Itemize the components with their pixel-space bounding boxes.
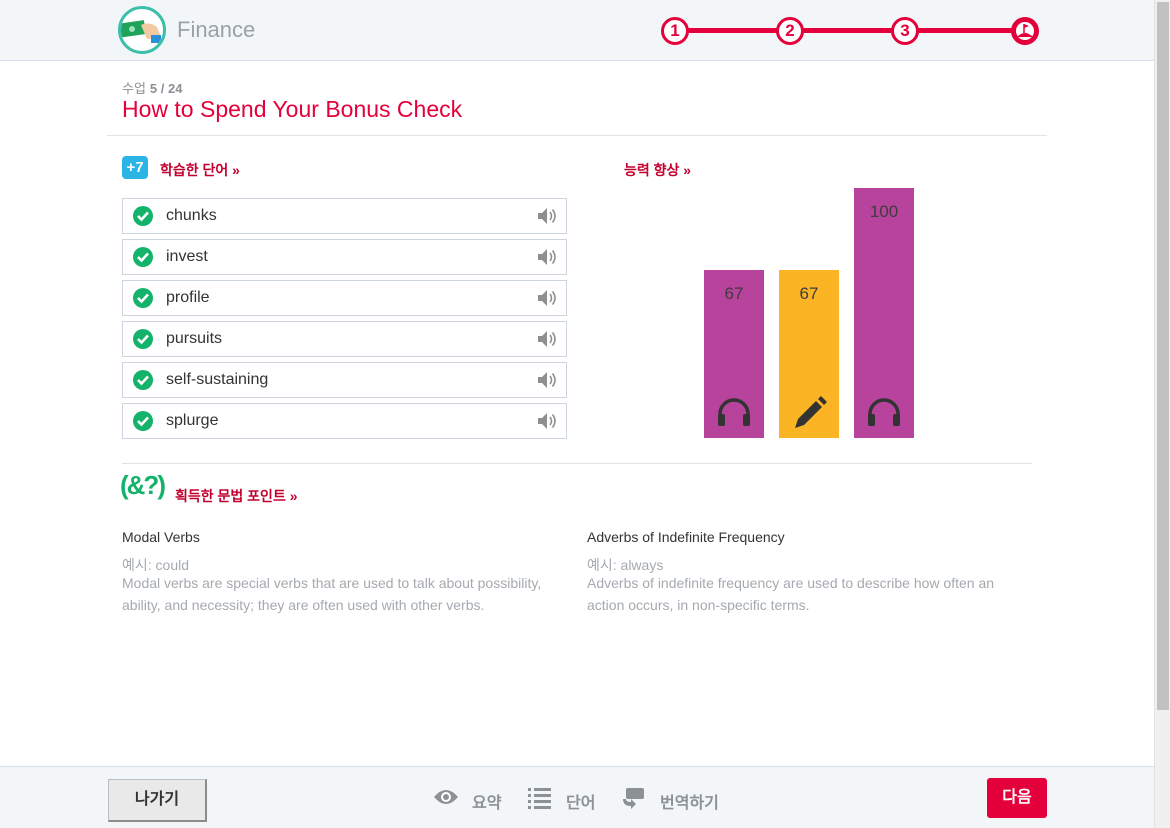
word-row: chunks [122, 198, 567, 234]
grammar-title: Modal Verbs [122, 529, 200, 545]
word-label: splurge [166, 412, 219, 429]
word-row: invest [122, 239, 567, 275]
step-3: 3 [891, 17, 919, 45]
skills-bar-chart: 67 67 100 [600, 180, 1000, 440]
scroll-thumb[interactable] [1157, 2, 1169, 710]
check-icon [133, 288, 153, 308]
course-title: Finance [177, 17, 256, 42]
speaker-icon[interactable] [536, 246, 558, 268]
grammar-description: Modal verbs are special verbs that are u… [122, 575, 542, 613]
translate-icon [621, 785, 647, 811]
top-header: Finance 1 2 3 [0, 0, 1154, 61]
check-icon [133, 247, 153, 267]
lesson-progress: 5 / 24 [149, 81, 183, 96]
skills-improved-link[interactable]: 능력 향상 » [624, 160, 691, 180]
bar-value-label: 67 [799, 284, 819, 303]
bottom-toolbar: 나가기 요약 단어 번역하기 다음 [0, 766, 1154, 828]
finance-logo-icon [118, 6, 166, 54]
speaker-icon[interactable] [536, 287, 558, 309]
lesson-label: 수업 [122, 81, 146, 96]
eye-icon [433, 785, 459, 811]
step-1: 1 [661, 17, 689, 45]
check-icon [133, 370, 153, 390]
speaker-icon[interactable] [536, 205, 558, 227]
progress-steps: 1 2 3 [661, 17, 1041, 45]
summary-label: 요약 [472, 795, 502, 812]
pencil-icon [779, 392, 839, 432]
check-icon [133, 411, 153, 431]
word-label: profile [166, 289, 210, 306]
words-count-badge: +7 [122, 156, 148, 179]
learned-words-link[interactable]: 학습한 단어 » [160, 160, 240, 180]
word-label: pursuits [166, 330, 223, 347]
exit-button[interactable]: 나가기 [108, 779, 207, 822]
headphones-icon [854, 392, 914, 432]
lesson-title: How to Spend Your Bonus Check [122, 96, 463, 122]
step-2: 2 [776, 17, 804, 45]
word-row: splurge [122, 403, 567, 439]
next-button[interactable]: 다음 [987, 778, 1047, 818]
word-row: profile [122, 280, 567, 316]
word-label: chunks [166, 207, 217, 224]
header-divider [107, 135, 1047, 136]
headphones-icon [704, 392, 764, 432]
word-row: self-sustaining [122, 362, 567, 398]
finish-flag-icon [1011, 17, 1039, 45]
lesson-counter: 수업 5 / 24 [122, 78, 182, 97]
speaker-icon[interactable] [536, 369, 558, 391]
words-label: 단어 [566, 795, 596, 812]
section-divider [122, 463, 1032, 464]
progress-line [675, 28, 1025, 33]
bar-value-label: 67 [724, 284, 744, 303]
word-label: self-sustaining [166, 371, 269, 388]
vertical-scrollbar[interactable] [1154, 0, 1170, 828]
grammar-title: Adverbs of Indefinite Frequency [587, 529, 785, 545]
speaker-icon[interactable] [536, 410, 558, 432]
translate-label: 번역하기 [660, 795, 719, 812]
grammar-symbol-icon: (&?) [120, 470, 166, 500]
check-icon [133, 206, 153, 226]
grammar-description: Adverbs of indefinite frequency are used… [587, 575, 995, 613]
word-row: pursuits [122, 321, 567, 357]
bar-value-label: 100 [869, 202, 899, 221]
grammar-points-link[interactable]: 획득한 문법 포인트 » [175, 486, 298, 506]
word-label: invest [166, 248, 208, 265]
check-icon [133, 329, 153, 349]
list-icon [527, 785, 553, 811]
speaker-icon[interactable] [536, 328, 558, 350]
